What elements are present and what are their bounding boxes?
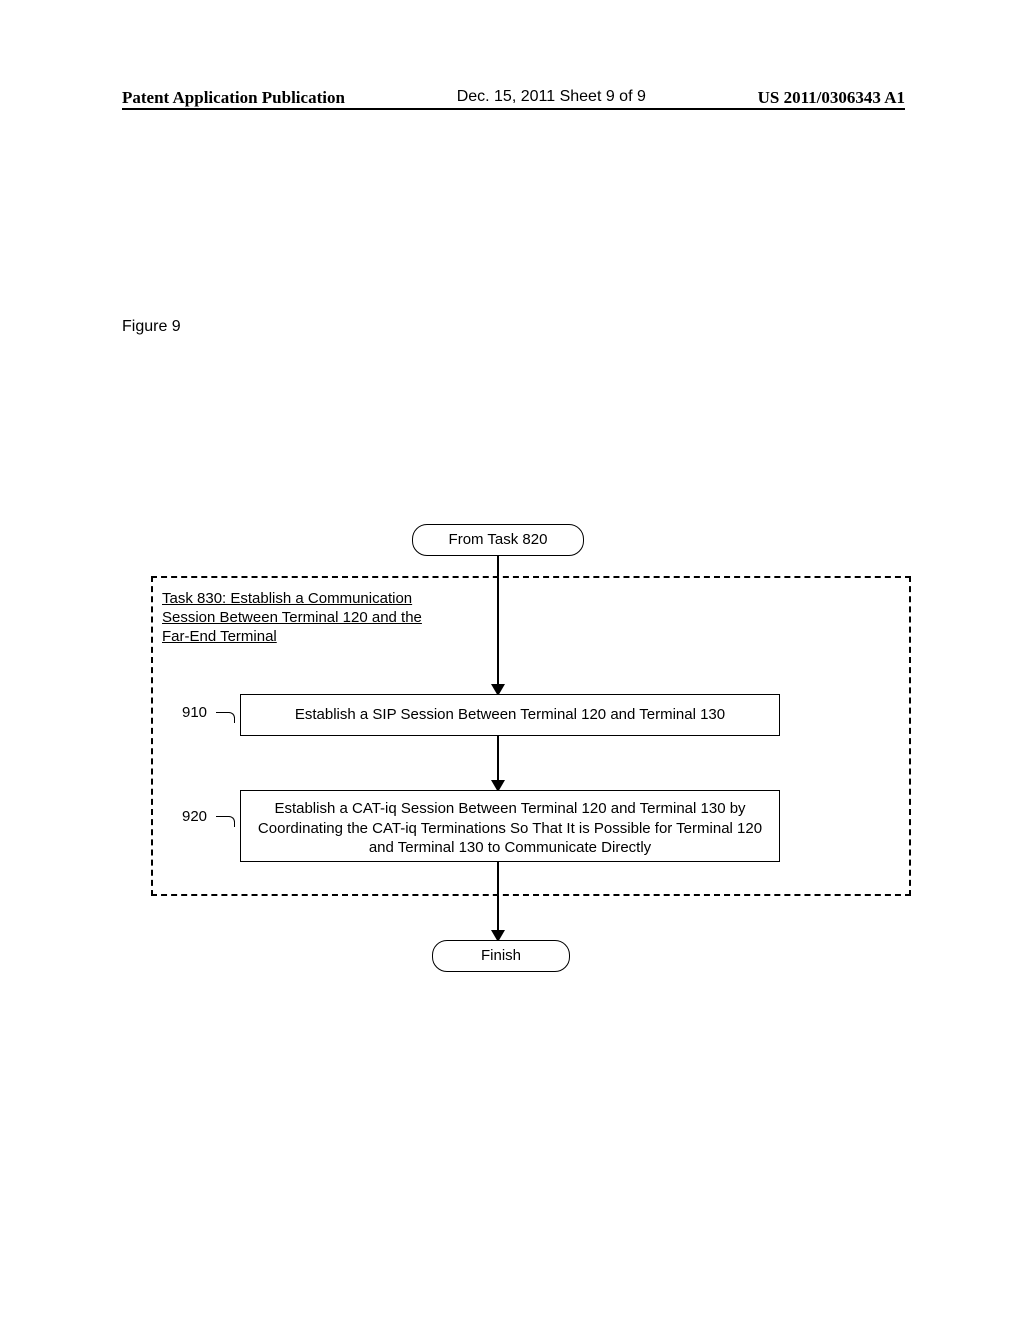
header-center: Dec. 15, 2011 Sheet 9 of 9 bbox=[457, 88, 646, 108]
step-920-box: Establish a CAT-iq Session Between Termi… bbox=[240, 790, 780, 862]
header-left: Patent Application Publication bbox=[122, 88, 345, 108]
header-right: US 2011/0306343 A1 bbox=[758, 88, 905, 108]
ref-910-label: 910 bbox=[182, 704, 207, 721]
task-830-title: Task 830: Establish a Communication Sess… bbox=[162, 590, 422, 646]
leader-bracket-icon bbox=[216, 816, 235, 827]
flow-start-node: From Task 820 bbox=[412, 524, 584, 556]
header-rule bbox=[122, 108, 905, 110]
task-title-line: Far-End Terminal bbox=[162, 628, 277, 645]
flow-finish-node: Finish bbox=[432, 940, 570, 972]
step-910-box: Establish a SIP Session Between Terminal… bbox=[240, 694, 780, 736]
ref-920-label: 920 bbox=[182, 808, 207, 825]
figure-label: Figure 9 bbox=[122, 318, 181, 336]
page-header: Patent Application Publication Dec. 15, … bbox=[122, 88, 905, 108]
task-title-line: Task 830: Establish a Communication bbox=[162, 590, 412, 607]
task-title-line: Session Between Terminal 120 and the bbox=[162, 609, 422, 626]
leader-bracket-icon bbox=[216, 712, 235, 723]
